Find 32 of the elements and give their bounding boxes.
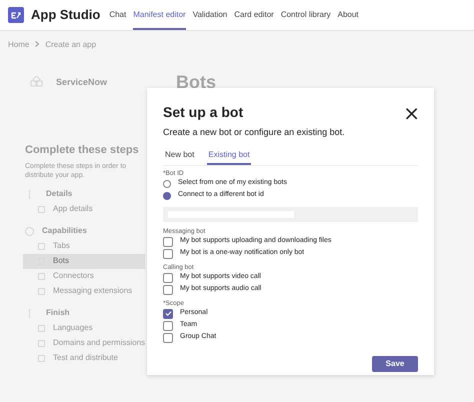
dialog-subtitle: Create a new bot or configure an existing bot. [163,126,346,139]
dialog-title: Set up a bot [163,103,244,122]
app-logo-icon [8,7,24,23]
nav-tab[interactable]: Card editor [234,0,274,30]
nav-tab[interactable]: Chat [109,0,126,30]
checkbox[interactable] [163,332,173,342]
app-icon [30,76,44,90]
checkbox[interactable] [163,272,173,282]
dialog-tab[interactable]: New bot [164,148,196,164]
checkbox[interactable] [163,284,173,294]
step-section-title: Details [46,188,72,200]
step-section-title: Finish [46,307,70,319]
nav-tab[interactable]: Validation [192,0,228,30]
chevron-icon [35,39,40,49]
nav-tab[interactable]: Control library [280,0,331,30]
nav-tab[interactable]: About [338,0,359,30]
radio-button[interactable] [163,192,171,200]
radio-button[interactable] [163,180,171,188]
save-button[interactable]: Save [372,356,418,372]
nav-tab[interactable]: Manifest editor [133,0,186,30]
step-item[interactable]: Bots [23,254,145,268]
checkbox[interactable] [163,236,173,246]
app-title: App Studio [31,6,100,24]
close-button[interactable]: × [403,102,420,122]
dialog-tab[interactable]: Existing bot [207,148,251,164]
app-name: ServiceNow [56,76,108,89]
checkbox[interactable] [163,308,173,318]
checkbox[interactable] [163,320,173,330]
page-title: Bots [176,71,216,94]
steps-title: Complete these steps [25,143,140,158]
checkbox[interactable] [163,248,173,258]
step-section-title: Capabilities [42,225,87,237]
